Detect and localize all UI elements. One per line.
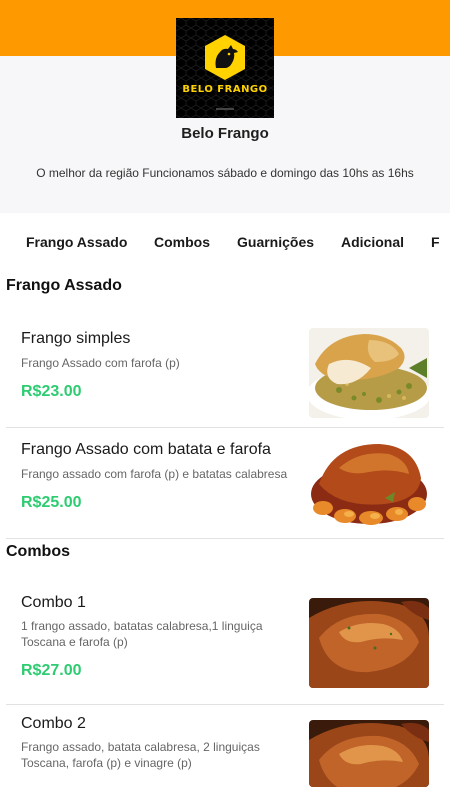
item-price: R$27.00 [21, 662, 82, 679]
menu-item-combo-2[interactable]: Combo 2 Frango assado, batata calabresa,… [6, 705, 444, 787]
store-name: Belo Frango [181, 125, 269, 142]
menu-item-frango-batata-farofa[interactable]: Frango Assado com batata e farofa Frango… [6, 428, 444, 538]
item-divider [6, 538, 444, 539]
item-price: R$23.00 [21, 383, 82, 400]
item-name: Combo 2 [21, 715, 86, 732]
category-tabs: Frango Assado Combos Guarnições Adiciona… [0, 213, 450, 271]
store-description: O melhor da região Funcionamos sábado e … [36, 166, 414, 180]
tab-frango-assado[interactable]: Frango Assado [26, 234, 127, 250]
tab-combos[interactable]: Combos [154, 234, 210, 250]
item-description: Frango assado, batata calabresa, 2 lingu… [21, 740, 260, 770]
store-logo: BELO FRANGO [176, 18, 274, 118]
logo-text: BELO FRANGO [182, 84, 268, 95]
tab-adicional[interactable]: Adicional [341, 234, 404, 250]
roast-chicken-closeup-photo [309, 598, 429, 688]
section-title-frango-assado: Frango Assado [6, 277, 122, 294]
item-name: Combo 1 [21, 594, 86, 611]
tab-guarnicoes[interactable]: Guarnições [237, 234, 314, 250]
roast-chicken-with-potatoes-photo [309, 438, 429, 528]
menu-item-combo-1[interactable]: Combo 1 1 frango assado, batatas calabre… [6, 583, 444, 704]
chicken-logo-icon [176, 18, 274, 118]
item-description: Frango Assado com farofa (p) [21, 356, 180, 370]
roast-chicken-closeup-photo [309, 720, 429, 787]
section-title-combos: Combos [6, 543, 70, 560]
item-name: Frango simples [21, 330, 131, 347]
item-price: R$25.00 [21, 494, 82, 511]
roast-chicken-with-farofa-photo [309, 328, 429, 418]
item-description: 1 frango assado, batatas calabresa,1 lin… [21, 619, 263, 649]
item-name: Frango Assado com batata e farofa [21, 441, 271, 458]
tab-next-partial[interactable]: F [431, 234, 440, 250]
menu-item-frango-simples[interactable]: Frango simples Frango Assado com farofa … [6, 317, 444, 426]
item-description: Frango assado com farofa (p) e batatas c… [21, 467, 288, 481]
